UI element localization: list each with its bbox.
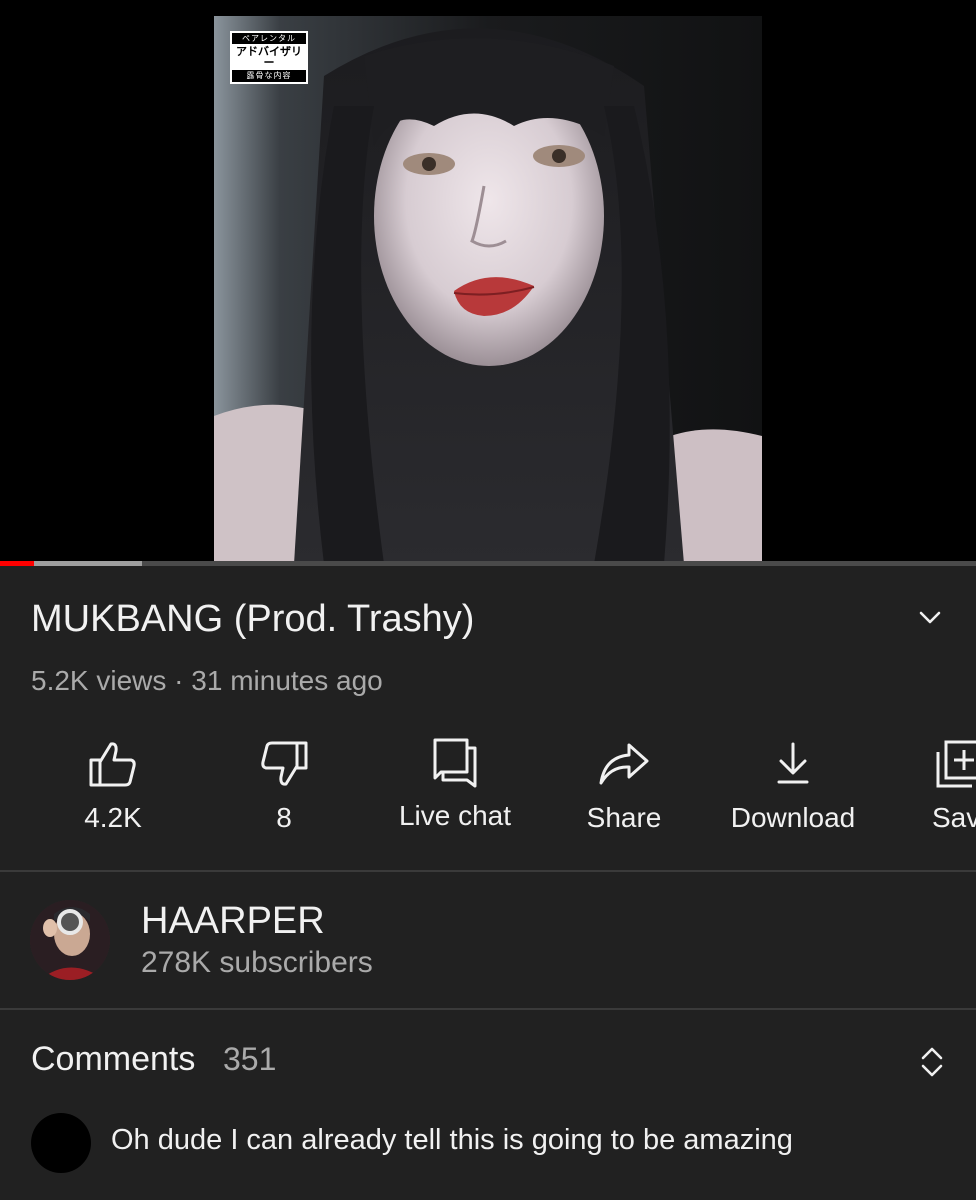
advisory-line-2: アドバイザリー	[232, 44, 306, 70]
video-title[interactable]: MUKBANG (Prod. Trashy)	[31, 598, 474, 641]
comment-text[interactable]: Oh dude I can already tell this is going…	[111, 1124, 793, 1157]
subscriber-count: 278K subscribers	[141, 946, 373, 979]
live-chat-icon	[433, 738, 477, 788]
comments-count: 351	[223, 1041, 277, 1077]
unfold-icon	[921, 1047, 943, 1077]
avatar-image	[30, 900, 110, 980]
action-row: 4.2K 8 Live chat Share Download Sav	[0, 730, 976, 850]
share-arrow-icon	[599, 743, 649, 785]
progress-bar[interactable]	[0, 561, 976, 566]
dislike-count: 8	[276, 802, 292, 833]
share-label: Share	[586, 802, 662, 833]
thumbs-up-icon	[89, 742, 136, 787]
parental-advisory-label: ペアレンタル アドバイザリー 露骨な内容	[230, 31, 308, 84]
divider	[0, 1008, 976, 1010]
advisory-line-1: ペアレンタル	[242, 34, 296, 43]
share-button[interactable]: Share	[539, 730, 709, 850]
expand-description-button[interactable]	[908, 600, 952, 636]
download-button[interactable]: Download	[708, 730, 878, 850]
chevron-down-icon	[919, 611, 941, 624]
video-meta: 5.2K views · 31 minutes ago	[31, 665, 383, 696]
playlist-add-icon	[936, 740, 976, 788]
like-button[interactable]: 4.2K	[28, 730, 198, 850]
like-count: 4.2K	[84, 802, 142, 833]
comments-title[interactable]: Comments	[31, 1040, 195, 1079]
commenter-avatar[interactable]	[31, 1113, 91, 1173]
expand-comments-button[interactable]	[908, 1040, 956, 1084]
video-player[interactable]: ペアレンタル アドバイザリー 露骨な内容	[0, 0, 976, 566]
dislike-button[interactable]: 8	[199, 730, 369, 850]
download-icon	[777, 742, 809, 784]
live-chat-label: Live chat	[398, 800, 512, 831]
download-label: Download	[730, 802, 856, 833]
channel-avatar[interactable]	[30, 900, 110, 980]
thumbs-down-icon	[261, 741, 308, 786]
album-cover-art	[214, 16, 762, 564]
video-thumbnail: ペアレンタル アドバイザリー 露骨な内容	[214, 16, 762, 564]
divider	[0, 870, 976, 872]
channel-name[interactable]: HAARPER	[141, 900, 325, 943]
progress-played	[0, 561, 35, 566]
save-label: Sav	[932, 802, 976, 833]
advisory-line-3: 露骨な内容	[246, 71, 292, 80]
save-button[interactable]: Sav	[922, 730, 976, 850]
live-chat-button[interactable]: Live chat	[370, 730, 540, 850]
